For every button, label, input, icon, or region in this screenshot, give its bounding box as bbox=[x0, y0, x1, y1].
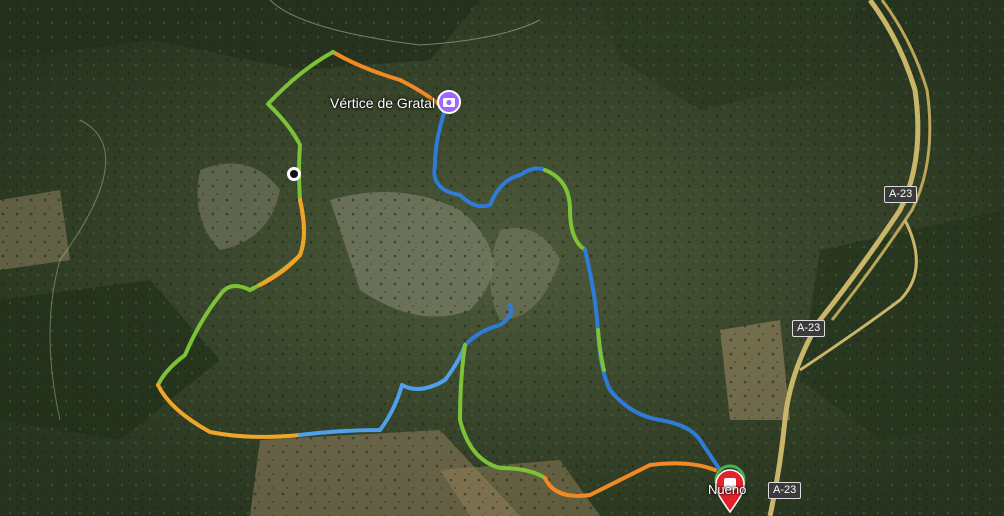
poi-label[interactable]: Vértice de Gratal bbox=[330, 95, 435, 111]
road-shield-a23: A-23 bbox=[884, 186, 918, 203]
road-shield-a23: A-23 bbox=[768, 482, 802, 499]
road-shield-a23: A-23 bbox=[792, 320, 826, 337]
camera-icon[interactable] bbox=[437, 90, 461, 114]
waypoint-dot-icon[interactable] bbox=[287, 167, 301, 181]
town-label: Nueno bbox=[708, 482, 747, 497]
map-view[interactable]: Vértice de Gratal Nueno A-23 A-23 A-23 bbox=[0, 0, 1004, 516]
gps-route-track bbox=[156, 50, 746, 514]
